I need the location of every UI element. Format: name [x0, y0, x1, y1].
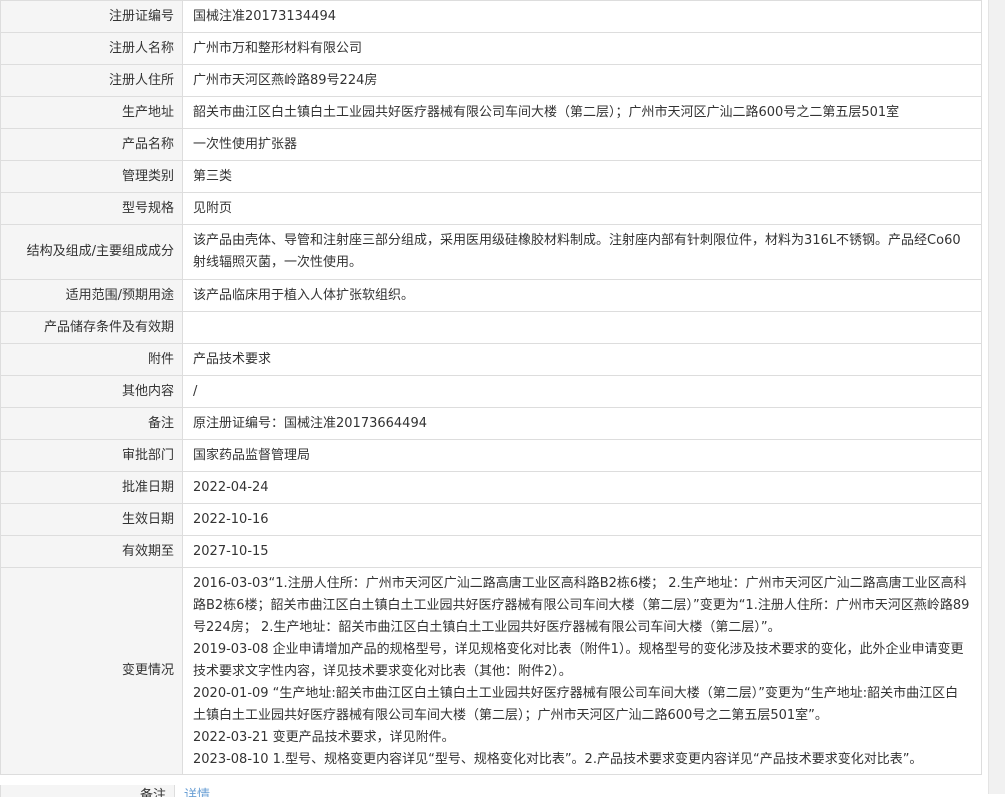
field-label: 批准日期 — [0, 471, 183, 504]
field-value: 国家药品监督管理局 — [182, 439, 982, 472]
field-label: 备注 — [0, 407, 183, 440]
table-row: 产品储存条件及有效期 — [0, 311, 982, 344]
field-label: 结构及组成/主要组成成分 — [0, 224, 183, 280]
change-entry: 2022-03-21 变更产品技术要求，详见附件。 — [193, 730, 455, 745]
table-row: 备注 原注册证编号：国械注准20173664494 — [0, 407, 982, 440]
field-value: 2022-10-16 — [182, 503, 982, 536]
table-row: 附件 产品技术要求 — [0, 343, 982, 376]
table-row: 型号规格 见附页 — [0, 192, 982, 225]
field-value: 一次性使用扩张器 — [182, 128, 982, 161]
table-row: 生产地址 韶关市曲江区白土镇白土工业园共好医疗器械有限公司车间大楼（第二层）；广… — [0, 96, 982, 129]
field-value: 2022-04-24 — [182, 471, 982, 504]
field-value: 见附页 — [182, 192, 982, 225]
table-row: 其他内容 / — [0, 375, 982, 408]
field-value: 该产品由壳体、导管和注射座三部分组成，采用医用级硅橡胶材料制成。注射座内部有针刺… — [182, 224, 982, 280]
change-entry: 2016-03-03“1.注册人住所：广州市天河区广汕二路高唐工业区高科路B2栋… — [193, 576, 970, 635]
field-value: 广州市万和整形材料有限公司 — [182, 32, 982, 65]
table-row: 有效期至 2027-10-15 — [0, 535, 982, 568]
table-row: 适用范围/预期用途 该产品临床用于植入人体扩张软组织。 — [0, 279, 982, 312]
field-label: 其他内容 — [0, 375, 183, 408]
field-label: 变更情况 — [0, 567, 183, 775]
field-label: 型号规格 — [0, 192, 183, 225]
field-label-cell: 备注 — [0, 785, 175, 797]
field-label: 附件 — [0, 343, 183, 376]
field-value: 该产品临床用于植入人体扩张软组织。 — [182, 279, 982, 312]
field-label: 审批部门 — [0, 439, 183, 472]
field-value: 原注册证编号：国械注准20173664494 — [182, 407, 982, 440]
table-row: 审批部门 国家药品监督管理局 — [0, 439, 982, 472]
field-value — [182, 311, 982, 344]
table-row: 产品名称 一次性使用扩张器 — [0, 128, 982, 161]
details-link[interactable]: 详情 — [184, 785, 210, 797]
change-history-value: 2016-03-03“1.注册人住所：广州市天河区广汕二路高唐工业区高科路B2栋… — [182, 567, 982, 775]
table-row: 批准日期 2022-04-24 — [0, 471, 982, 504]
change-entry: 2023-08-10 1.型号、规格变更内容详见“型号、规格变化对比表”。2.产… — [193, 752, 923, 767]
field-label: 注册人名称 — [0, 32, 183, 65]
registration-detail-panel: 注册证编号 国械注准20173134494 注册人名称 广州市万和整形材料有限公… — [0, 0, 982, 775]
table-row: 生效日期 2022-10-16 — [0, 503, 982, 536]
field-value: / — [182, 375, 982, 408]
change-entry: 2019-03-08 企业申请增加产品的规格型号，详见规格变化对比表（附件1）。… — [193, 642, 964, 679]
field-value: 产品技术要求 — [182, 343, 982, 376]
field-label: 备注 — [139, 788, 166, 797]
field-label: 有效期至 — [0, 535, 183, 568]
table-row: 注册证编号 国械注准20173134494 — [0, 0, 982, 33]
field-value: 2027-10-15 — [182, 535, 982, 568]
field-label: 产品名称 — [0, 128, 183, 161]
field-label: 生效日期 — [0, 503, 183, 536]
field-label: 注册证编号 — [0, 0, 183, 33]
table-row: 结构及组成/主要组成成分 该产品由壳体、导管和注射座三部分组成，采用医用级硅橡胶… — [0, 224, 982, 280]
field-label: 管理类别 — [0, 160, 183, 193]
table-row: 管理类别 第三类 — [0, 160, 982, 193]
change-entry: 2020-01-09 “生产地址:韶关市曲江区白土镇白土工业园共好医疗器械有限公… — [193, 686, 959, 723]
field-label: 适用范围/预期用途 — [0, 279, 183, 312]
field-label: 注册人住所 — [0, 64, 183, 97]
field-value: 国械注准20173134494 — [182, 0, 982, 33]
registration-info-table: 注册证编号 国械注准20173134494 注册人名称 广州市万和整形材料有限公… — [0, 0, 982, 775]
field-value: 韶关市曲江区白土镇白土工业园共好医疗器械有限公司车间大楼（第二层）；广州市天河区… — [182, 96, 982, 129]
table-row-change-history: 变更情况 2016-03-03“1.注册人住所：广州市天河区广汕二路高唐工业区高… — [0, 567, 982, 775]
vertical-scrollbar[interactable] — [988, 0, 1005, 794]
table-row: 注册人名称 广州市万和整形材料有限公司 — [0, 32, 982, 65]
field-value: 广州市天河区燕岭路89号224房 — [182, 64, 982, 97]
field-label: 产品储存条件及有效期 — [0, 311, 183, 344]
field-value: 第三类 — [182, 160, 982, 193]
table-row: 注册人住所 广州市天河区燕岭路89号224房 — [0, 64, 982, 97]
table-row-cut-off: 备注 详情 — [0, 785, 982, 797]
field-label: 生产地址 — [0, 96, 183, 129]
